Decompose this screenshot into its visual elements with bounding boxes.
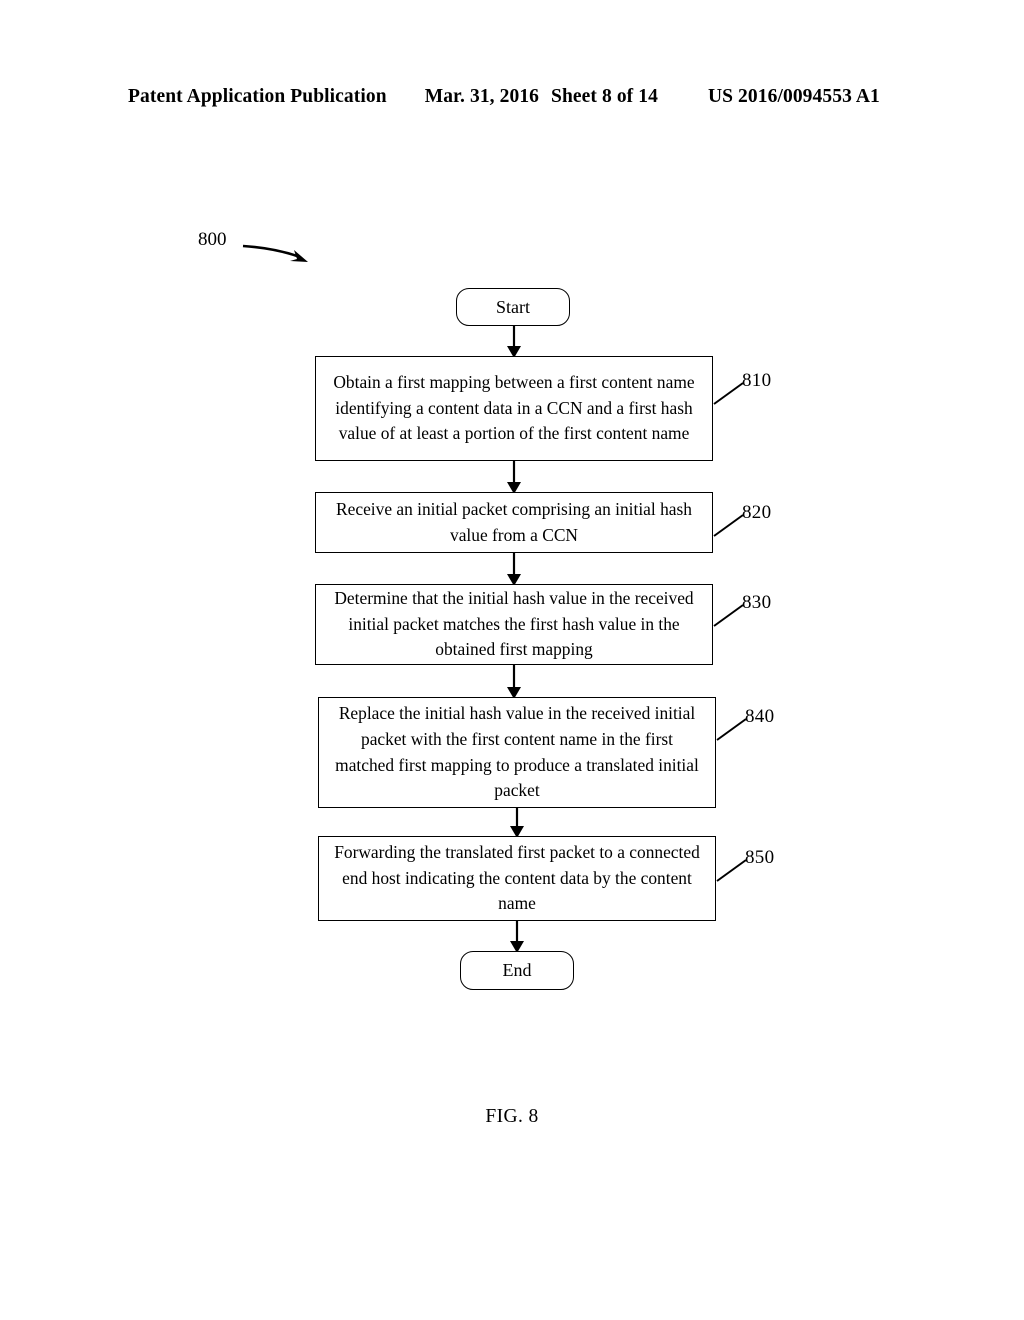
reference-label-820: 820	[742, 502, 772, 523]
reference-label-810: 810	[742, 370, 772, 391]
flow-node-850-label: Forwarding the translated first packet t…	[334, 841, 700, 914]
connector-830-to-840	[507, 664, 521, 699]
flow-node-start: Start	[456, 288, 570, 326]
reference-label-840: 840	[745, 706, 775, 727]
connector-start-to-810	[507, 325, 521, 358]
flow-node-810-label: Obtain a first mapping between a first c…	[333, 371, 695, 444]
flow-node-820: Receive an initial packet comprising an …	[315, 492, 713, 553]
flow-node-830-label: Determine that the initial hash value in…	[334, 587, 694, 660]
flow-node-end-label: End	[502, 960, 532, 981]
connector-810-to-820	[507, 460, 521, 494]
flow-node-end: End	[460, 951, 574, 990]
connector-840-to-850	[510, 807, 524, 838]
flow-node-810: Obtain a first mapping between a first c…	[315, 356, 713, 461]
reference-label-850: 850	[745, 847, 775, 868]
connector-820-to-830	[507, 552, 521, 586]
flow-node-820-label: Receive an initial packet comprising an …	[336, 498, 692, 545]
connector-850-to-end	[510, 920, 524, 953]
flow-node-850: Forwarding the translated first packet t…	[318, 836, 716, 921]
flow-node-830: Determine that the initial hash value in…	[315, 584, 713, 665]
flow-node-start-label: Start	[496, 296, 530, 317]
flow-node-840: Replace the initial hash value in the re…	[318, 697, 716, 808]
figure-caption: FIG. 8	[485, 1106, 539, 1127]
flow-node-840-label: Replace the initial hash value in the re…	[335, 703, 699, 801]
reference-label-830: 830	[742, 592, 772, 613]
